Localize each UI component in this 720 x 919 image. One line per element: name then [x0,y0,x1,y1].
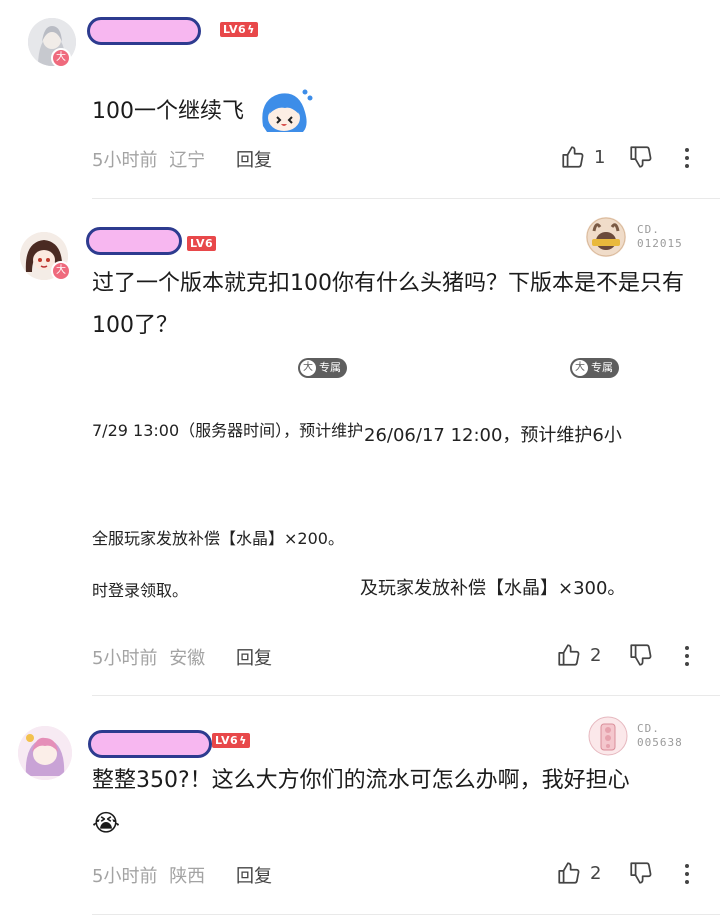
location: 安徽 [169,648,206,669]
attached-image-text[interactable]: 及玩家发放补偿【水晶】×300。 [360,574,640,600]
level-badge: LV6ϟ [212,733,250,748]
like-button[interactable]: 1 [560,144,605,170]
more-options-icon[interactable] [685,646,689,670]
avatar-badge: 大 [51,261,71,281]
medal-code: CD. 005638 [637,722,683,749]
exclusive-tag: 大专属 [298,358,347,378]
comment-2: 大 LV6 CD. 012015 过了一个版本就克扣100你有什么头猪吗？下版本… [0,199,720,695]
comment-text: 100一个继续飞 [92,86,702,138]
like-button[interactable]: 2 [556,642,601,668]
thumbs-down-icon [630,146,652,168]
comment-3: LV6ϟ CD. 005638 整整350?！这么大方你们的流水可怎么办啊，我好… [0,696,720,919]
crying-emoji-icon: 😭 [92,809,121,837]
blue-hair-sticker-icon [255,86,315,138]
level-badge: LV6ϟ [220,22,258,37]
reply-button[interactable]: 回复 [236,644,272,670]
location: 辽宁 [169,150,206,171]
redacted-username[interactable] [88,730,212,758]
medal-badge [588,716,628,756]
avatar-badge: 大 [51,48,71,68]
dislike-button[interactable] [628,860,654,886]
avatar[interactable] [18,726,72,780]
dislike-button[interactable] [628,144,654,170]
timestamp: 5小时前 [92,150,158,171]
divider [92,914,720,915]
more-options-icon[interactable] [685,148,689,172]
more-options-icon[interactable] [685,864,689,888]
attached-image-text[interactable]: 时登录领取。 [92,577,292,601]
thumbs-up-icon [562,146,584,168]
comment-meta: 5小时前 辽宁 [92,146,205,172]
like-count: 2 [590,644,602,666]
timestamp: 5小时前 [92,866,158,887]
thumbs-down-icon [630,644,652,666]
exclusive-tag: 大专属 [570,358,619,378]
like-count: 1 [594,146,606,168]
medal-badge [586,217,626,257]
dislike-button[interactable] [628,642,654,668]
timestamp: 5小时前 [92,648,158,669]
comment-1: 大 LV6ϟ 100一个继续飞 5小时前 辽宁 回复 1 [0,0,720,198]
thumbs-up-icon [558,862,580,884]
location: 陕西 [169,866,206,887]
medal-code: CD. 012015 [637,223,683,250]
level-badge: LV6 [187,236,217,251]
attached-image-text[interactable]: 26/06/17 12:00，预计维护6小 [364,421,630,447]
comment-text: 过了一个版本就克扣100你有什么头猪吗？下版本是不是只有100了？ [92,271,684,338]
like-count: 2 [590,862,602,884]
thumbs-down-icon [630,862,652,884]
attached-image-text[interactable]: 全服玩家发放补偿【水晶】×200。 [92,525,362,549]
thumbs-up-icon [558,644,580,666]
reply-button[interactable]: 回复 [236,862,272,888]
like-button[interactable]: 2 [556,860,601,886]
reply-button[interactable]: 回复 [236,146,272,172]
comment-meta: 5小时前 安徽 [92,644,205,670]
comment-meta: 5小时前 陕西 [92,862,205,888]
attached-image-text[interactable]: 7/29 13:00（服务器时间），预计维护5 [92,417,362,441]
comment-text: 整整350?！这么大方你们的流水可怎么办啊，我好担心 😭 [92,768,630,837]
redacted-username[interactable] [87,17,201,45]
redacted-username[interactable] [86,227,182,255]
